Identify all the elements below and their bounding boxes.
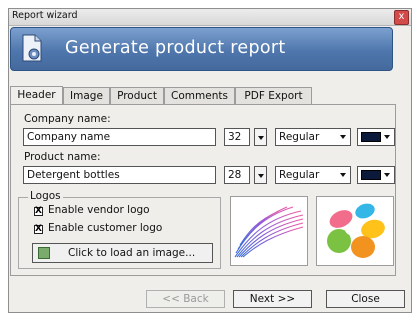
product-font-size-field[interactable]: 28 <box>224 166 250 184</box>
company-name-label: Company name: <box>24 113 111 125</box>
back-button[interactable]: << Back <box>146 290 225 308</box>
company-font-size-dropdown-icon[interactable] <box>254 128 267 146</box>
product-name-input[interactable]: Detergent bottles <box>23 166 216 184</box>
next-button[interactable]: Next >> <box>233 290 312 308</box>
close-button[interactable]: Close <box>326 290 405 308</box>
product-name-label: Product name: <box>24 151 101 163</box>
window-title: Report wizard <box>12 10 78 21</box>
load-image-button[interactable]: Click to load an image... <box>32 243 213 263</box>
customer-logo-image <box>327 203 385 258</box>
chevron-down-icon <box>384 173 390 177</box>
tab-comments[interactable]: Comments <box>164 87 235 104</box>
chevron-down-icon <box>340 135 346 139</box>
document-gear-icon <box>22 34 42 62</box>
product-color-swatch <box>361 170 381 180</box>
product-font-style-value: Regular <box>279 169 320 181</box>
customer-logo-checkbox[interactable]: X <box>34 225 43 234</box>
vendor-logo-preview <box>230 196 308 266</box>
image-icon <box>38 247 50 259</box>
company-color-swatch <box>361 132 381 142</box>
load-image-label: Click to load an image... <box>68 247 196 259</box>
company-name-input[interactable]: Company name <box>23 128 216 146</box>
customer-logo-preview <box>316 196 394 266</box>
close-window-icon[interactable]: x <box>394 10 409 25</box>
header-banner: Generate product report <box>10 27 393 71</box>
chevron-down-icon <box>384 135 390 139</box>
product-color-picker[interactable] <box>357 166 395 184</box>
logos-group-title: Logos <box>28 190 63 202</box>
company-font-size-field[interactable]: 32 <box>224 128 250 146</box>
vendor-logo-image <box>234 206 304 258</box>
vendor-logo-label[interactable]: Enable vendor logo <box>48 204 150 216</box>
company-color-picker[interactable] <box>357 128 395 146</box>
title-bar[interactable]: Report wizard x <box>9 9 411 26</box>
tab-header[interactable]: Header <box>10 86 63 105</box>
banner-heading: Generate product report <box>65 38 286 58</box>
company-font-style-value: Regular <box>279 131 320 143</box>
tab-image[interactable]: Image <box>63 87 110 104</box>
customer-logo-label[interactable]: Enable customer logo <box>48 222 162 234</box>
tab-product[interactable]: Product <box>110 87 164 104</box>
product-font-size-dropdown-icon[interactable] <box>254 166 267 184</box>
tab-pdf-export[interactable]: PDF Export <box>235 87 312 104</box>
product-font-style-select[interactable]: Regular <box>275 166 351 184</box>
vendor-logo-checkbox[interactable]: X <box>34 207 43 216</box>
company-font-style-select[interactable]: Regular <box>275 128 351 146</box>
chevron-down-icon <box>340 173 346 177</box>
